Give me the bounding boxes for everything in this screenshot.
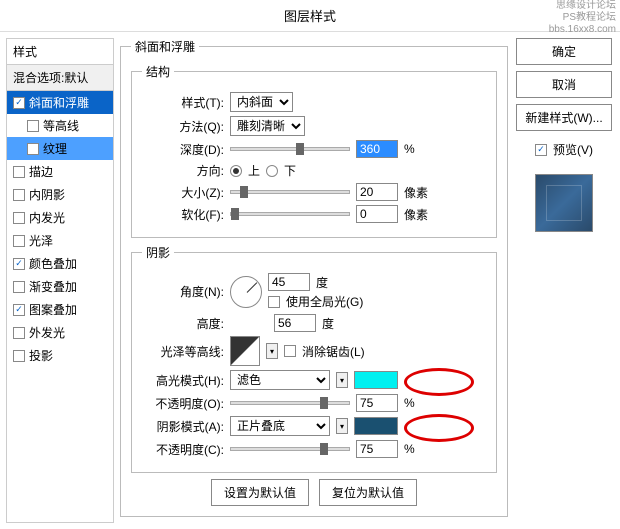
angle-label: 角度(N): [142, 283, 224, 300]
angle-dial[interactable] [230, 276, 262, 308]
shadow-opacity-label: 不透明度(C): [142, 441, 224, 458]
antialias-checkbox[interactable] [284, 345, 296, 357]
depth-label: 深度(D): [142, 141, 224, 158]
highlight-mode-select[interactable]: 滤色 [230, 370, 330, 390]
altitude-label: 高度: [142, 315, 224, 332]
sidebar-item-2[interactable]: 纹理 [7, 137, 113, 160]
sidebar-item-label: 内阴影 [29, 186, 65, 203]
sidebar-item-label: 颜色叠加 [29, 255, 77, 272]
technique-select[interactable]: 雕刻清晰 [230, 116, 305, 136]
sidebar-item-label: 描边 [29, 163, 53, 180]
style-label: 样式(T): [142, 94, 224, 111]
style-checkbox[interactable] [13, 258, 25, 270]
technique-label: 方法(Q): [142, 118, 224, 135]
style-checkbox[interactable] [27, 143, 39, 155]
sidebar-item-label: 投影 [29, 347, 53, 364]
sidebar-item-label: 外发光 [29, 324, 65, 341]
gloss-contour[interactable] [230, 336, 260, 366]
main-panel: 斜面和浮雕 结构 样式(T): 内斜面 方法(Q): 雕刻清晰 深度(D): % [120, 38, 508, 523]
dialog-title: 图层样式 [0, 0, 620, 32]
shading-fieldset: 阴影 角度(N): 度 使用全局光(G) [131, 244, 497, 473]
style-checkbox[interactable] [13, 189, 25, 201]
angle-input[interactable] [268, 273, 310, 291]
sidebar-item-label: 斜面和浮雕 [29, 94, 89, 111]
soften-label: 软化(F): [142, 206, 224, 223]
soften-input[interactable] [356, 205, 398, 223]
size-input[interactable] [356, 183, 398, 201]
depth-slider[interactable] [230, 147, 350, 151]
style-checkbox[interactable] [13, 235, 25, 247]
direction-up-radio[interactable] [230, 165, 242, 177]
sidebar-item-11[interactable]: 投影 [7, 344, 113, 367]
highlight-arrow[interactable]: ▾ [336, 372, 348, 388]
sidebar-item-label: 图案叠加 [29, 301, 77, 318]
style-checkbox[interactable] [13, 212, 25, 224]
structure-fieldset: 结构 样式(T): 内斜面 方法(Q): 雕刻清晰 深度(D): % 方向: [131, 63, 497, 238]
sidebar-item-9[interactable]: 图案叠加 [7, 298, 113, 321]
sidebar-item-1[interactable]: 等高线 [7, 114, 113, 137]
direction-label: 方向: [142, 162, 224, 179]
cancel-button[interactable]: 取消 [516, 71, 612, 98]
style-checkbox[interactable] [27, 120, 39, 132]
direction-down-radio[interactable] [266, 165, 278, 177]
shadow-color-swatch[interactable] [354, 417, 398, 435]
style-checkbox[interactable] [13, 281, 25, 293]
style-checkbox[interactable] [13, 327, 25, 339]
sidebar-header: 样式 [7, 39, 113, 65]
highlight-color-swatch[interactable] [354, 371, 398, 389]
sidebar-item-label: 光泽 [29, 232, 53, 249]
highlight-mode-label: 高光模式(H): [142, 372, 224, 389]
sidebar-item-label: 内发光 [29, 209, 65, 226]
highlight-opacity-label: 不透明度(O): [142, 395, 224, 412]
sidebar-item-label: 等高线 [43, 117, 79, 134]
style-checkbox[interactable] [13, 304, 25, 316]
gloss-dropdown[interactable]: ▾ [266, 343, 278, 359]
shadow-mode-select[interactable]: 正片叠底 [230, 416, 330, 436]
sidebar-item-label: 纹理 [43, 140, 67, 157]
reset-default-button[interactable]: 复位为默认值 [319, 479, 417, 506]
ok-button[interactable]: 确定 [516, 38, 612, 65]
right-panel: 确定 取消 新建样式(W)... 预览(V) [514, 38, 614, 523]
sidebar-item-0[interactable]: 斜面和浮雕 [7, 91, 113, 114]
set-default-button[interactable]: 设置为默认值 [211, 479, 309, 506]
new-style-button[interactable]: 新建样式(W)... [516, 104, 612, 131]
style-checkbox[interactable] [13, 350, 25, 362]
shadow-opacity-slider[interactable] [230, 447, 350, 451]
highlight-opacity-slider[interactable] [230, 401, 350, 405]
preview-checkbox[interactable] [535, 144, 547, 156]
sidebar-item-6[interactable]: 光泽 [7, 229, 113, 252]
altitude-input[interactable] [274, 314, 316, 332]
depth-input[interactable] [356, 140, 398, 158]
sidebar-item-8[interactable]: 渐变叠加 [7, 275, 113, 298]
style-checkbox[interactable] [13, 97, 25, 109]
watermark: 思缘设计论坛 PS教程论坛 bbs.16xx8.com [549, 0, 616, 36]
highlight-opacity-input[interactable] [356, 394, 398, 412]
gloss-label: 光泽等高线: [142, 343, 224, 360]
preview-thumbnail [535, 174, 593, 232]
blend-options[interactable]: 混合选项:默认 [7, 65, 113, 91]
sidebar-item-4[interactable]: 内阴影 [7, 183, 113, 206]
size-slider[interactable] [230, 190, 350, 194]
shadow-mode-label: 阴影模式(A): [142, 418, 224, 435]
style-select[interactable]: 内斜面 [230, 92, 293, 112]
sidebar-item-5[interactable]: 内发光 [7, 206, 113, 229]
soften-slider[interactable] [230, 212, 350, 216]
style-checkbox[interactable] [13, 166, 25, 178]
sidebar-item-7[interactable]: 颜色叠加 [7, 252, 113, 275]
size-label: 大小(Z): [142, 184, 224, 201]
sidebar-item-label: 渐变叠加 [29, 278, 77, 295]
sidebar-item-3[interactable]: 描边 [7, 160, 113, 183]
global-light-checkbox[interactable] [268, 296, 280, 308]
bevel-fieldset: 斜面和浮雕 结构 样式(T): 内斜面 方法(Q): 雕刻清晰 深度(D): % [120, 38, 508, 517]
shadow-opacity-input[interactable] [356, 440, 398, 458]
shadow-arrow[interactable]: ▾ [336, 418, 348, 434]
sidebar-item-10[interactable]: 外发光 [7, 321, 113, 344]
styles-sidebar: 样式 混合选项:默认 斜面和浮雕等高线纹理描边内阴影内发光光泽颜色叠加渐变叠加图… [6, 38, 114, 523]
